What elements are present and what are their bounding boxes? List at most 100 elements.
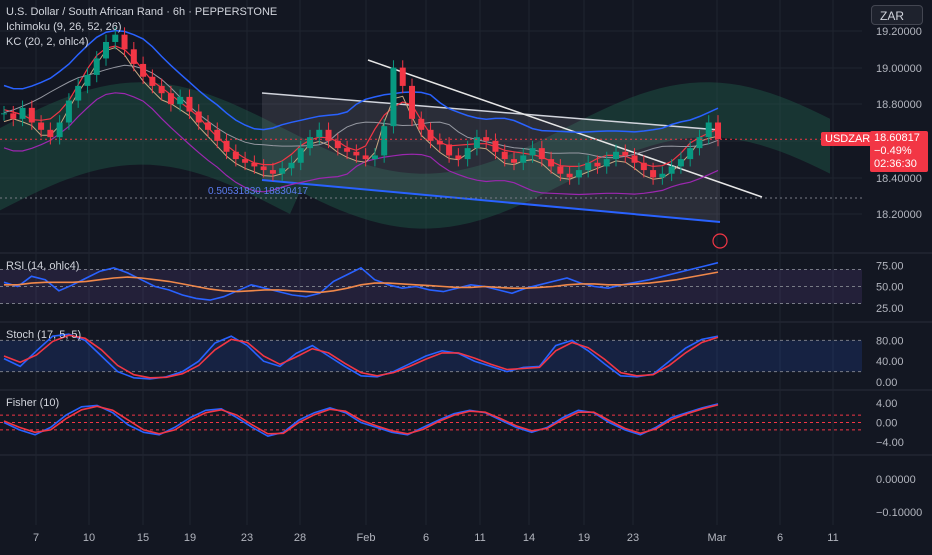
osc-y-tick-label: 25.00 — [876, 303, 904, 315]
candle-body — [715, 122, 721, 139]
candle-body — [677, 159, 684, 167]
candle-body — [38, 122, 45, 130]
candle-body — [659, 173, 666, 178]
candle-body — [1, 113, 7, 115]
candle-body — [371, 155, 378, 160]
osc-y-tick-label: 40.00 — [876, 356, 904, 368]
candle-body — [631, 155, 638, 163]
x-tick-label: 6 — [423, 532, 429, 544]
osc-y-tick-label: 50.00 — [876, 282, 904, 294]
rsi-label[interactable]: RSI (14, ohlc4) — [6, 260, 79, 272]
x-tick-label: 23 — [241, 532, 253, 544]
candle-body — [344, 148, 351, 152]
candle-body — [19, 107, 26, 119]
candle-body — [464, 148, 471, 160]
candle-body — [297, 148, 304, 163]
osc-y-tick-label: 4.00 — [876, 398, 897, 410]
x-tick-label: 11 — [827, 532, 838, 544]
fisher-label[interactable]: Fisher (10) — [6, 397, 59, 409]
candle-body — [390, 67, 397, 127]
candle-body — [130, 49, 137, 64]
last-price: 18.60817 — [874, 132, 920, 144]
candle-body — [75, 85, 82, 101]
x-tick-label: 23 — [627, 532, 639, 544]
x-tick-label: 19 — [578, 532, 590, 544]
fib-label: 0.50531830 18830417 — [208, 186, 309, 197]
candle-body — [158, 85, 165, 94]
candle-body — [186, 96, 193, 112]
currency-button[interactable]: ZAR — [871, 5, 923, 25]
candle-body — [511, 159, 517, 163]
chart-svg[interactable]: 7 10 15 19 23 28 Feb 6 11 14 19 23 Mar 6 11 19.20000 19.… — [0, 0, 932, 550]
candle-body — [557, 166, 564, 174]
candle-body — [705, 122, 712, 138]
x-tick-label: 14 — [523, 532, 535, 544]
candle-body — [10, 113, 17, 119]
candle-body — [56, 122, 63, 138]
empty-pane-y-tick: −0.10000 — [876, 507, 922, 519]
candle-body — [603, 159, 610, 167]
candle-body — [223, 140, 230, 152]
chart-root[interactable]: 7 10 15 19 23 28 Feb 6 11 14 19 23 Mar 6 11 19.20000 19.… — [0, 0, 932, 550]
empty-pane-y-tick: 0.00000 — [876, 474, 916, 486]
osc-y-tick-label: 0.00 — [876, 377, 897, 389]
candle-body — [548, 159, 555, 167]
candle-body — [538, 148, 545, 160]
candle-body — [195, 111, 202, 123]
candle-body — [177, 96, 184, 105]
y-tick-label: 19.00000 — [876, 63, 922, 75]
candle-body — [269, 170, 276, 174]
candle-body — [47, 129, 54, 138]
candle-body — [260, 166, 267, 171]
candle-body — [334, 140, 341, 149]
osc-y-tick-label: −4.00 — [876, 437, 904, 449]
candle-body — [381, 126, 388, 156]
keltner-label[interactable]: KC (20, 2, ohlc4) — [6, 36, 89, 48]
osc-y-tick-label: 75.00 — [876, 260, 904, 272]
candle-body — [566, 173, 573, 178]
candle-body — [585, 162, 592, 171]
osc-band — [0, 340, 862, 372]
candle-body — [84, 74, 91, 86]
candle-body — [205, 122, 211, 130]
candle-body — [696, 137, 703, 149]
candle-body — [622, 151, 629, 156]
candle-body — [455, 155, 462, 160]
ichimoku-label[interactable]: Ichimoku (9, 26, 52, 26) — [6, 21, 122, 33]
candle-body — [103, 41, 109, 59]
candle-body — [279, 168, 286, 174]
x-tick-label: 10 — [83, 532, 95, 544]
candle-body — [640, 162, 647, 171]
candle-body — [288, 162, 295, 169]
candle-body — [112, 34, 119, 42]
candle-body — [232, 151, 239, 160]
candle-body — [436, 140, 443, 145]
candle-body — [362, 155, 369, 160]
candle-body — [650, 170, 657, 178]
candle-body — [409, 85, 415, 119]
candle-body — [149, 76, 156, 86]
y-tick-label: 18.20000 — [876, 209, 922, 221]
candle-body — [501, 151, 508, 160]
candle-body — [251, 162, 258, 167]
candle-body — [28, 107, 35, 123]
x-tick-label: 19 — [184, 532, 196, 544]
candle-body — [167, 93, 174, 105]
y-tick-label: 19.20000 — [876, 26, 922, 38]
candle-body — [418, 118, 425, 130]
osc-y-tick-label: 0.00 — [876, 418, 897, 430]
bar-countdown: 02:36:30 — [874, 158, 917, 170]
candle-body — [316, 129, 323, 138]
candle-body — [93, 58, 100, 75]
candle-body — [140, 63, 147, 77]
candle-body — [594, 162, 601, 167]
candle-body — [520, 155, 527, 163]
candle-body — [242, 159, 249, 163]
candle-body — [65, 100, 72, 123]
x-tick-label: 28 — [294, 532, 306, 544]
osc-y-tick-label: 80.00 — [876, 335, 904, 347]
x-tick-label: Feb — [357, 532, 376, 544]
candle-body — [473, 137, 480, 149]
price-change: −0.49% — [874, 145, 912, 157]
stoch-label[interactable]: Stoch (17, 5, 5) — [6, 329, 81, 341]
